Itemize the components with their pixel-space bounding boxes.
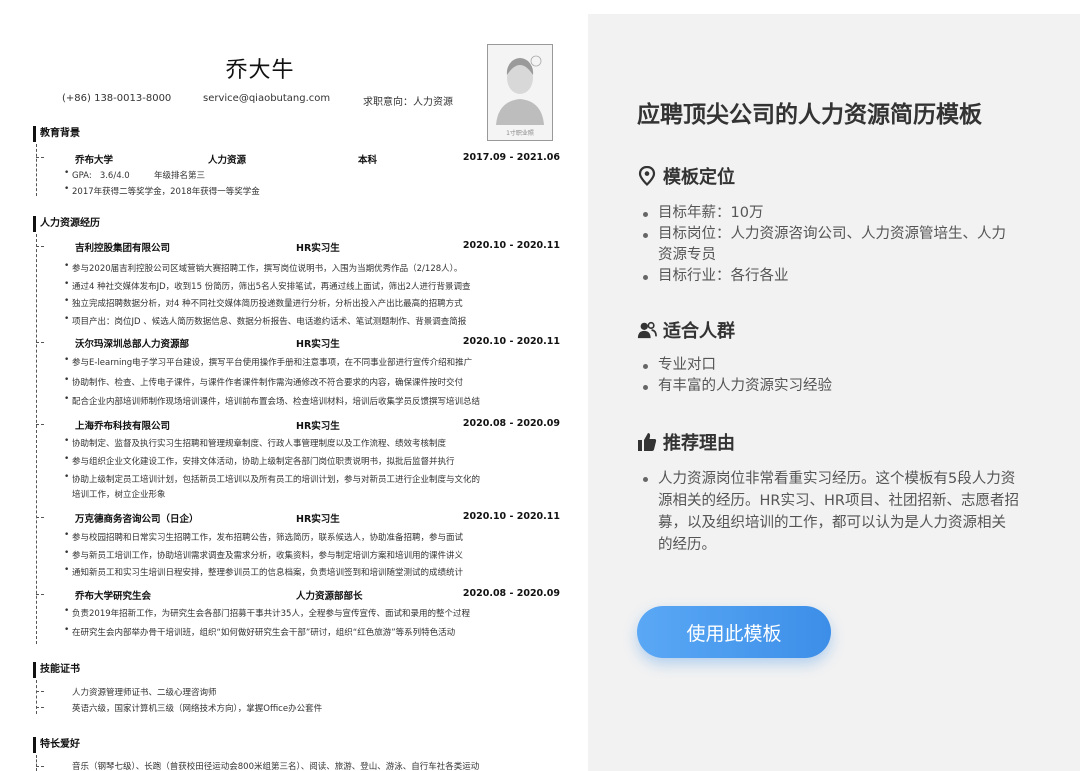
resume-preview: 乔大牛 (+86) 138-0013-8000 service@qiaobuta… [0,0,588,771]
job-bullet: 独立完成招聘数据分析，对4 种不同社交媒体简历投递数量进行分析，分析出投入产出比… [64,296,463,309]
job-bullet: 参与新员工培训工作，协助培训需求调查及需求分析，收集资料，参与制定培训方案和培训… [64,548,463,561]
list-item: 目标行业：各行各业 [643,266,1020,287]
edu-school: 乔布大学 [75,155,114,166]
edu-date: 2017.09 - 2021.06 [462,152,560,163]
edu-degree: 本科 [358,155,378,166]
location-pin-icon [637,166,657,186]
section-positioning-heading: 模板定位 [663,167,735,188]
job-bullet: 在研究生会内部举办骨干培训班，组织“如何做好研究生会干部”研讨，组织“红色旅游”… [64,625,455,638]
resume-phone: (+86) 138-0013-8000 [62,93,172,104]
list-item: 人力资源岗位非常看重实习经历。这个模板有5段人力资源相关的经历。HR实习、HR项… [643,468,1020,556]
job-date: 2020.10 - 2020.11 [462,511,560,522]
resume-email: service@qiaobutang.com [203,93,331,104]
section-positioning: 模板定位 [637,163,735,189]
section-audience: 适合人群 [637,317,735,343]
job-company: 万克德商务咨询公司（日企） [75,514,199,525]
job-bullet: 参与校园招聘和日常实习生招聘工作，发布招聘公告，筛选简历，联系候选人，协助准备招… [64,530,463,543]
job-role: HR实习生 [296,514,340,525]
job-role: HR实习生 [296,421,340,432]
audience-list: 专业对口 有丰富的人力资源实习经验 [643,355,1020,397]
skill-item: 英语六级，国家计算机三级（网络技术方向），掌握Office办公套件 [72,704,323,714]
section-skills-title: 技能证书 [33,662,80,678]
job-company: 乔布大学研究生会 [75,591,152,602]
job-bullet: 通过4 种社交媒体发布JD，收到15 份简历，筛出5名人安排笔试，再通过线上面试… [64,279,471,292]
job-bullet: 项目产出：岗位JD 、候选人简历数据信息、数据分析报告、电话邀约话术、笔试测题制… [64,314,466,327]
list-item: 专业对口 [643,355,1020,376]
job-bullet: 协助制定、监督及执行实习生招聘和管理规章制度、行政人事管理制度以及工作流程、绩效… [64,436,446,449]
section-hobbies-title: 特长爱好 [33,737,80,753]
section-reason-heading: 推荐理由 [663,433,735,454]
job-role: 人力资源部部长 [296,591,363,602]
photo-caption: 1寸职业照 [506,130,534,137]
job-bullet: 配合企业内部培训师制作现场培训课件，培训前布置会场、检查培训材料，培训后收集学员… [64,394,480,407]
job-date: 2020.08 - 2020.09 [462,418,560,429]
thumbs-up-icon [637,432,657,452]
section-experience-title: 人力资源经历 [33,216,100,232]
job-company: 沃尔玛深圳总部人力资源部 [75,339,190,350]
job-company: 吉利控股集团有限公司 [75,243,171,254]
edu-gpa: GPA: 3.6/4.0 年级排名第三 [64,168,205,181]
hobby-item: 音乐（钢琴七级）、长跑（曾获校田径运动会800米组第三名）、阅读、旅游、登山、游… [72,762,480,771]
positioning-list: 目标年薪：10万 目标岗位：人力资源咨询公司、人力资源管培生、人力资源专员 目标… [643,203,1020,287]
resume-intent: 求职意向：人力资源 [363,97,453,108]
job-bullet-continued: 培训工作，树立企业形象 [72,490,166,500]
job-date: 2020.10 - 2020.11 [462,336,560,347]
job-date: 2020.08 - 2020.09 [462,588,560,599]
people-icon [637,320,657,340]
job-company: 上海乔布科技有限公司 [75,421,171,432]
section-audience-heading: 适合人群 [663,321,735,342]
resume-name: 乔大牛 [225,58,295,83]
job-bullet: 通知新员工和实习生培训日程安排，整理参训员工的信息档案，负责培训签到和培训随堂测… [64,565,463,578]
job-bullet: 参与组织企业文化建设工作，安排文体活动，协助上级制定各部门岗位职责说明书，拟批后… [64,454,455,467]
reason-list: 人力资源岗位非常看重实习经历。这个模板有5段人力资源相关的经历。HR实习、HR项… [643,468,1020,556]
job-role: HR实习生 [296,339,340,350]
list-item: 目标岗位：人力资源咨询公司、人力资源管培生、人力资源专员 [643,224,1020,266]
use-template-button[interactable]: 使用此模板 [637,606,831,658]
section-education-title: 教育背景 [33,126,80,142]
job-bullet: 参与E-learning电子学习平台建设，撰写平台使用操作手册和注意事项，在不同… [64,355,472,368]
section-reason: 推荐理由 [637,429,735,455]
skill-item: 人力资源管理师证书、二级心理咨询师 [72,688,217,698]
list-item: 有丰富的人力资源实习经验 [643,376,1020,397]
list-item: 目标年薪：10万 [643,203,1020,224]
job-bullet: 协助制作、检查、上传电子课件，与课件作者课件制作需沟通修改不符合要求的内容，确保… [64,375,463,388]
portrait-placeholder-icon [496,55,544,125]
edu-major: 人力资源 [208,155,247,166]
job-bullet: 负责2019年招新工作，为研究生会各部门招募干事共计35人，全程参与宣传宣传、面… [64,606,470,619]
job-bullet: 参与2020届吉利控股公司区域营销大赛招聘工作，撰写岗位说明书，入围为当期优秀作… [64,261,462,274]
job-role: HR实习生 [296,243,340,254]
job-bullet: 协助上级制定员工培训计划，包括新员工培训以及所有员工的培训计划，参与对新员工进行… [64,472,480,485]
job-date: 2020.10 - 2020.11 [462,240,560,251]
template-title: 应聘顶尖公司的人力资源简历模板 [637,102,982,128]
resume-photo: 1寸职业照 [487,44,553,141]
edu-award: 2017年获得二等奖学金，2018年获得一等奖学金 [64,184,260,197]
